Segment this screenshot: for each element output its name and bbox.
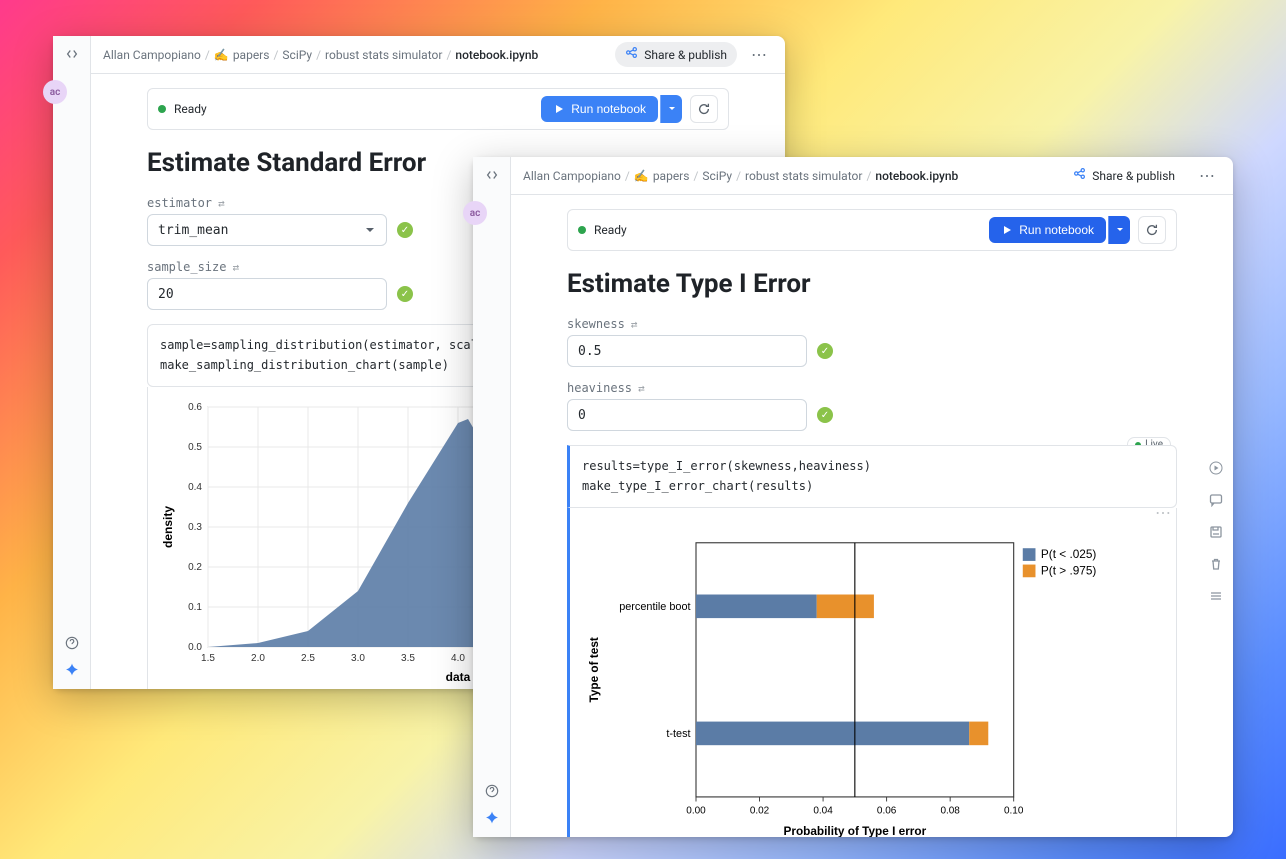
crumb-folder1[interactable]: papers: [653, 169, 690, 183]
code-cell[interactable]: results=type_I_error(skewness,heaviness)…: [567, 445, 1177, 508]
heaviness-label: heaviness ⇄: [567, 381, 1177, 395]
crumb-user[interactable]: Allan Campopiano: [523, 169, 621, 183]
tune-icon: ⇄: [631, 318, 638, 331]
tune-icon: ⇄: [218, 197, 225, 210]
notebook-window-right: ac Allan Campopiano / ✍️ papers / SciPy …: [473, 157, 1233, 837]
svg-text:data: data: [446, 670, 471, 684]
svg-text:density: density: [161, 505, 175, 547]
skewness-input[interactable]: 0.5: [567, 335, 807, 367]
comment-icon[interactable]: [1205, 489, 1227, 511]
svg-text:2.0: 2.0: [251, 653, 265, 664]
svg-text:2.5: 2.5: [301, 653, 315, 664]
status-text: Ready: [594, 223, 627, 237]
sample-size-input[interactable]: 20: [147, 278, 387, 310]
svg-text:0.0: 0.0: [188, 642, 202, 653]
svg-text:4.0: 4.0: [451, 653, 465, 664]
success-check-icon: ✓: [397, 222, 413, 238]
crumb-folder2[interactable]: SciPy: [702, 169, 732, 183]
svg-text:3.5: 3.5: [401, 653, 415, 664]
run-notebook-button[interactable]: Run notebook: [989, 217, 1106, 243]
svg-text:Type of test: Type of test: [587, 637, 601, 702]
svg-text:0.6: 0.6: [188, 402, 202, 413]
left-rail: [53, 36, 91, 689]
tune-icon: ⇄: [638, 382, 645, 395]
user-avatar[interactable]: ac: [463, 201, 487, 225]
status-text: Ready: [174, 102, 207, 116]
svg-text:0.1: 0.1: [188, 602, 202, 613]
app-logo-icon[interactable]: [60, 659, 84, 683]
svg-text:0.00: 0.00: [686, 805, 706, 816]
share-icon: [625, 46, 638, 63]
svg-text:1.5: 1.5: [201, 653, 215, 664]
menu-lines-icon[interactable]: [1205, 585, 1227, 607]
run-notebook-button[interactable]: Run notebook: [541, 96, 658, 122]
svg-text:t-test: t-test: [666, 728, 690, 740]
more-menu-icon[interactable]: ⋯: [1193, 164, 1221, 187]
svg-text:0.08: 0.08: [940, 805, 960, 816]
svg-text:3.0: 3.0: [351, 653, 365, 664]
help-icon[interactable]: [60, 631, 84, 655]
svg-text:P(t > .975): P(t > .975): [1041, 563, 1096, 577]
chevron-down-icon: [364, 224, 376, 236]
more-menu-icon[interactable]: ⋯: [745, 43, 773, 66]
svg-text:0.02: 0.02: [750, 805, 770, 816]
svg-text:0.4: 0.4: [188, 482, 202, 493]
restart-kernel-button[interactable]: [690, 95, 718, 123]
svg-text:0.10: 0.10: [1004, 805, 1024, 816]
svg-text:0.2: 0.2: [188, 562, 202, 573]
status-dot-icon: [158, 105, 166, 113]
crumb-file[interactable]: notebook.ipynb: [455, 48, 538, 62]
skewness-label: skewness ⇄: [567, 317, 1177, 331]
success-check-icon: ✓: [817, 407, 833, 423]
svg-text:0.06: 0.06: [877, 805, 897, 816]
type1-error-chart-output: percentile boot t-test 0.00 0.02 0.04 0.06 0.0…: [567, 508, 1177, 837]
save-icon[interactable]: [1205, 521, 1227, 543]
left-rail: [473, 157, 511, 837]
section-title: Estimate Type I Error: [567, 269, 1177, 299]
heaviness-input[interactable]: 0: [567, 399, 807, 431]
success-check-icon: ✓: [817, 343, 833, 359]
breadcrumb-bar: Allan Campopiano / ✍️ papers / SciPy / r…: [91, 36, 785, 74]
help-icon[interactable]: [480, 779, 504, 803]
app-logo-icon[interactable]: [480, 807, 504, 831]
run-dropdown-button[interactable]: [1108, 216, 1130, 244]
crumb-folder2[interactable]: SciPy: [282, 48, 312, 62]
breadcrumb-bar: Allan Campopiano / ✍️ papers / SciPy / r…: [511, 157, 1233, 195]
share-icon: [1073, 167, 1086, 184]
share-label: Share & publish: [644, 48, 727, 62]
run-cell-icon[interactable]: [1205, 457, 1227, 479]
notebook-content-right: Ready Run notebook Estimate Type I Error…: [511, 195, 1233, 837]
status-dot-icon: [578, 226, 586, 234]
crumb-folder1[interactable]: papers: [233, 48, 270, 62]
folder-emoji: ✍️: [214, 48, 229, 62]
share-publish-button[interactable]: Share & publish: [615, 42, 737, 67]
folder-emoji: ✍️: [634, 169, 649, 183]
share-publish-button[interactable]: Share & publish: [1063, 163, 1185, 188]
svg-text:Probability of Type I error: Probability of Type I error: [784, 824, 927, 837]
kernel-status-bar: Ready Run notebook: [567, 209, 1177, 251]
toggle-sidebar-icon[interactable]: [480, 163, 504, 187]
kernel-status-bar: Ready Run notebook: [147, 88, 729, 130]
tune-icon: ⇄: [232, 261, 239, 274]
crumb-user[interactable]: Allan Campopiano: [103, 48, 201, 62]
toggle-sidebar-icon[interactable]: [60, 42, 84, 66]
estimator-select[interactable]: trim_mean: [147, 214, 387, 246]
crumb-file[interactable]: notebook.ipynb: [875, 169, 958, 183]
restart-kernel-button[interactable]: [1138, 216, 1166, 244]
svg-text:0.04: 0.04: [813, 805, 833, 816]
svg-text:percentile boot: percentile boot: [619, 601, 690, 613]
svg-text:P(t < .025): P(t < .025): [1041, 547, 1096, 561]
crumb-folder3[interactable]: robust stats simulator: [745, 169, 862, 183]
svg-text:0.3: 0.3: [188, 522, 202, 533]
share-label: Share & publish: [1092, 169, 1175, 183]
svg-text:0.5: 0.5: [188, 442, 202, 453]
crumb-folder3[interactable]: robust stats simulator: [325, 48, 442, 62]
delete-icon[interactable]: [1205, 553, 1227, 575]
user-avatar[interactable]: ac: [43, 80, 67, 104]
right-rail: [1205, 457, 1227, 607]
run-dropdown-button[interactable]: [660, 95, 682, 123]
success-check-icon: ✓: [397, 286, 413, 302]
chart-menu-icon[interactable]: ⋯: [1155, 503, 1171, 522]
